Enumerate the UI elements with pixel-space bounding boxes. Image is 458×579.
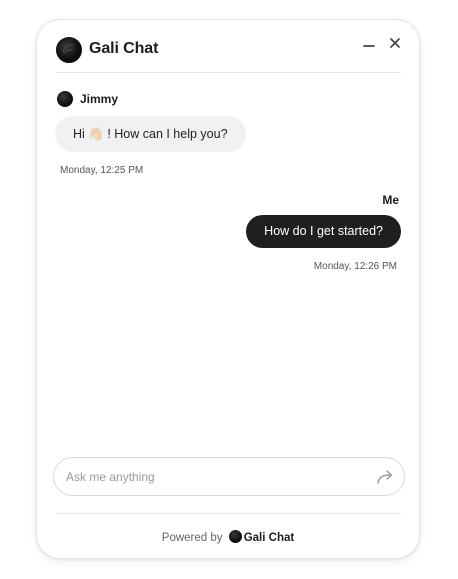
close-button[interactable] [386, 34, 404, 52]
message-input[interactable] [66, 458, 356, 495]
minimize-button[interactable] [360, 34, 378, 52]
brand-link[interactable]: Gali Chat [244, 532, 294, 544]
minimize-icon [363, 45, 375, 47]
message-timestamp: Monday, 12:26 PM [313, 261, 397, 272]
gali-chat-logo-icon [56, 37, 82, 63]
header-divider [56, 72, 401, 73]
footer-divider [56, 513, 401, 514]
chat-header: Gali Chat [56, 36, 402, 72]
outgoing-message-bubble: How do I get started? [246, 215, 401, 248]
message-composer [53, 457, 405, 496]
gali-chat-logo-icon [228, 530, 242, 543]
send-button[interactable] [376, 468, 394, 486]
close-icon [390, 38, 400, 48]
chat-widget: Gali Chat Jimmy Hi 👋🏻 ! How can I help y… [36, 19, 420, 559]
incoming-message-bubble: Hi 👋🏻 ! How can I help you? [55, 116, 246, 152]
powered-by-footer: Powered by Gali Chat [37, 530, 419, 544]
agent-avatar-icon [57, 91, 73, 107]
widget-title: Gali Chat [89, 40, 159, 57]
message-timestamp: Monday, 12:25 PM [60, 165, 144, 176]
send-arrow-icon [377, 470, 393, 484]
powered-by-text: Powered by [161, 532, 223, 544]
sender-name: Jimmy [80, 92, 119, 106]
sender-name-me: Me [382, 193, 399, 207]
